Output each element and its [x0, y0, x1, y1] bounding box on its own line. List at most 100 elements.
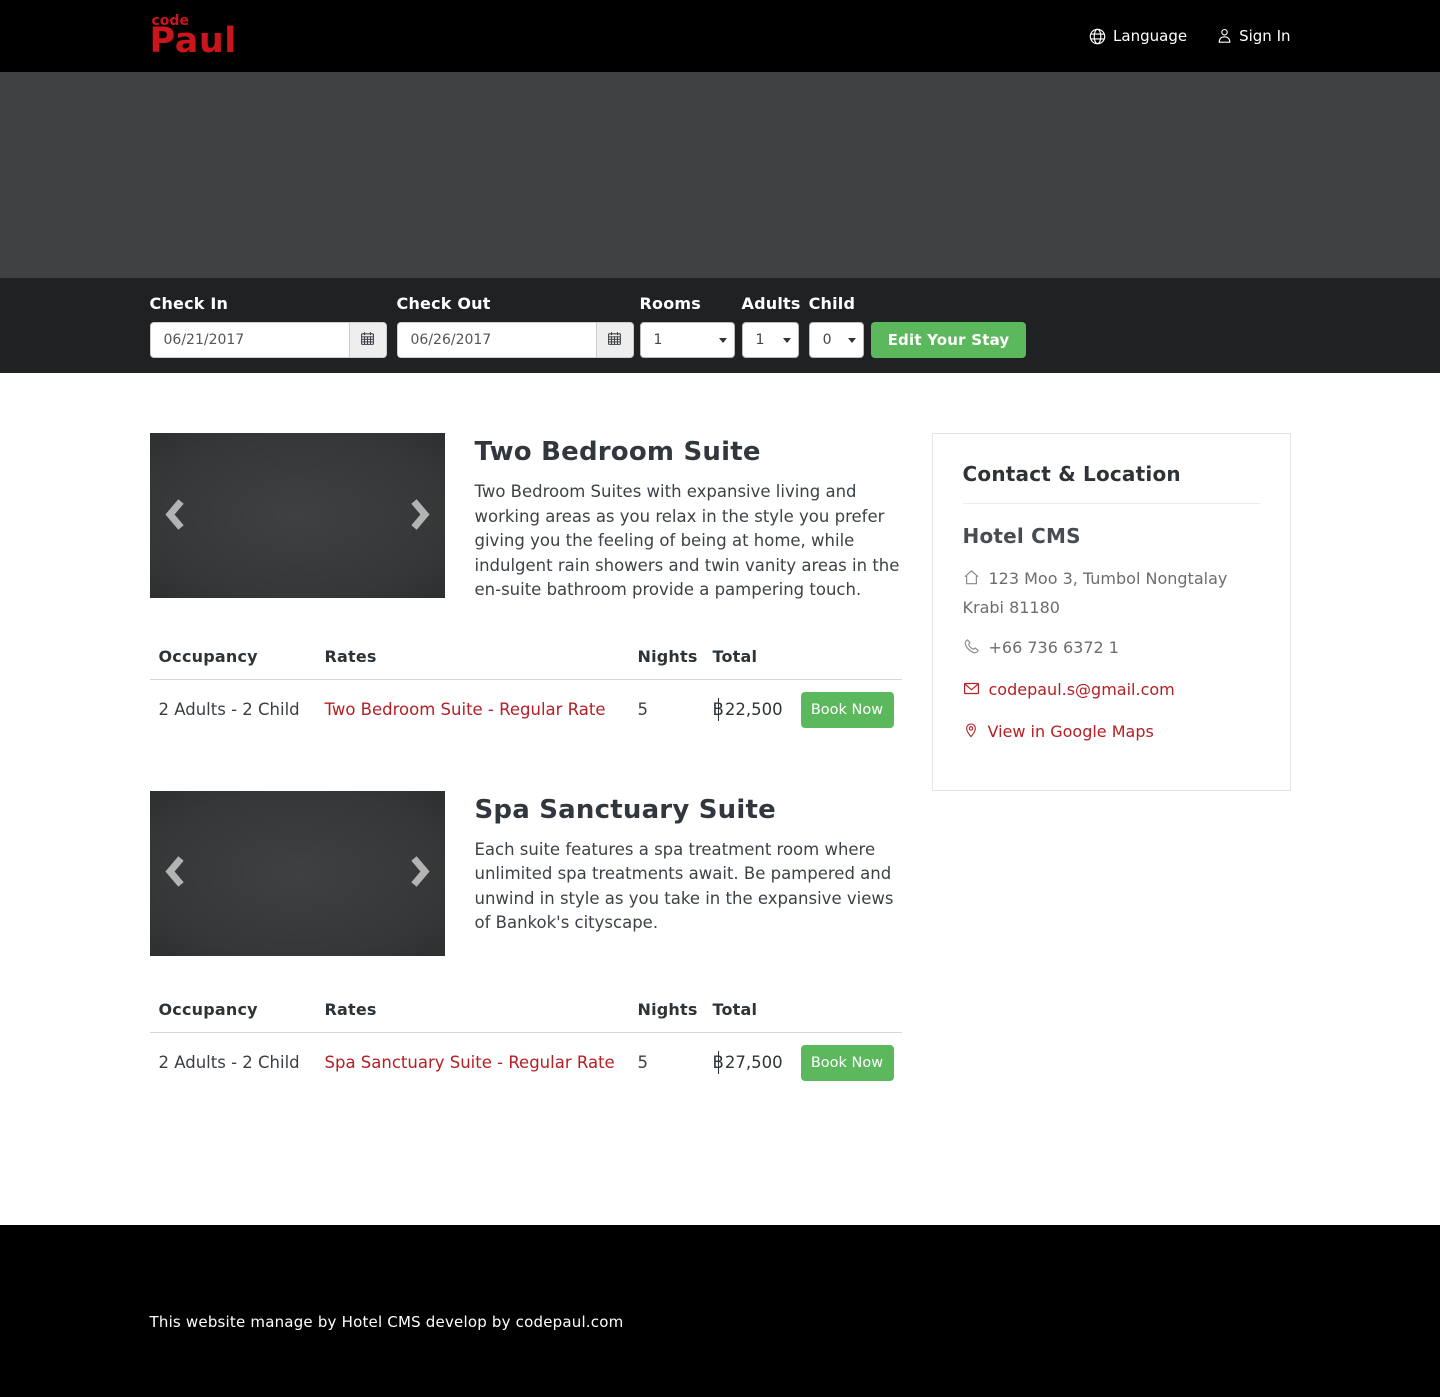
- top-header: code Paul Language Sign In: [0, 0, 1440, 72]
- booking-bar: Check In Check Out: [0, 278, 1440, 373]
- caret-down-icon: [782, 338, 791, 343]
- rate-link[interactable]: Spa Sanctuary Suite - Regular Rate: [325, 1053, 638, 1072]
- rooms-label: Rooms: [639, 294, 701, 313]
- carousel-prev-button[interactable]: [164, 498, 184, 533]
- child-select[interactable]: 0: [808, 322, 864, 358]
- main-content: Two Bedroom Suite Two Bedroom Suites wit…: [0, 373, 1440, 1225]
- edit-your-stay-button[interactable]: Edit Your Stay: [870, 322, 1027, 358]
- language-menu[interactable]: Language: [1089, 27, 1187, 45]
- adults-field-group: Adults 1: [741, 294, 801, 358]
- room-photo-carousel: [149, 790, 445, 956]
- baht-currency-symbol: [713, 1051, 724, 1074]
- chevron-right-icon: [410, 498, 430, 533]
- email-link[interactable]: codepaul.s@gmail.com: [989, 680, 1175, 699]
- total-cell: 22,500: [713, 698, 801, 721]
- signin-link[interactable]: Sign In: [1217, 27, 1291, 45]
- signin-label: Sign In: [1239, 27, 1291, 45]
- col-total: Total: [712, 646, 758, 666]
- total-cell: 27,500: [713, 1051, 801, 1074]
- home-icon: [963, 567, 980, 594]
- contact-location-card: Contact & Location Hotel CMS 123 Moo 3, …: [931, 433, 1291, 791]
- logo-paul-text: Paul: [149, 20, 237, 61]
- checkin-field-group: Check In: [149, 294, 387, 358]
- hotel-address: 123 Moo 3, Tumbol Nongtalay Krabi 81180: [962, 567, 1228, 617]
- rate-table: Occupancy Rates Nights Total 2 Adults - …: [149, 646, 902, 728]
- checkin-label: Check In: [149, 294, 229, 313]
- room-title: Spa Sanctuary Suite: [474, 794, 776, 825]
- col-occupancy: Occupancy: [158, 646, 258, 666]
- child-select-value: 0: [822, 332, 832, 348]
- col-rates: Rates: [324, 999, 377, 1019]
- footer: This website manage by Hotel CMS develop…: [0, 1225, 1440, 1397]
- col-occupancy: Occupancy: [158, 999, 258, 1019]
- rooms-select[interactable]: 1: [639, 322, 735, 358]
- rooms-select-value: 1: [653, 332, 663, 348]
- adults-select[interactable]: 1: [741, 322, 799, 358]
- phone-icon: [963, 636, 980, 663]
- header-nav: Language Sign In: [1059, 27, 1291, 45]
- maps-row: View in Google Maps: [963, 718, 1260, 747]
- person-icon: [1217, 28, 1232, 44]
- calendar-icon: [607, 331, 622, 349]
- checkout-field-group: Check Out: [396, 294, 634, 358]
- checkout-calendar-button[interactable]: [595, 322, 634, 358]
- room-card-two-bedroom-suite: Two Bedroom Suite Two Bedroom Suites wit…: [149, 433, 902, 728]
- contact-card-title: Contact & Location: [962, 462, 1181, 486]
- hotel-name: Hotel CMS: [962, 524, 1081, 548]
- carousel-next-button[interactable]: [410, 498, 430, 533]
- edit-stay-field: Edit Your Stay: [870, 322, 1027, 358]
- baht-currency-symbol: [713, 698, 724, 721]
- sidebar: Contact & Location Hotel CMS 123 Moo 3, …: [931, 433, 1291, 791]
- rate-table: Occupancy Rates Nights Total 2 Adults - …: [149, 999, 902, 1081]
- room-card-spa-sanctuary-suite: Spa Sanctuary Suite Each suite features …: [149, 790, 902, 1081]
- hero-banner: [0, 72, 1440, 278]
- checkout-input[interactable]: [396, 322, 596, 358]
- occupancy-cell: 2 Adults - 2 Child: [158, 1053, 300, 1072]
- room-photo-carousel: [149, 433, 445, 598]
- caret-down-icon: [718, 338, 727, 343]
- checkout-label: Check Out: [396, 294, 491, 313]
- book-now-button[interactable]: Book Now: [800, 691, 894, 728]
- checkin-calendar-button[interactable]: [348, 322, 387, 358]
- calendar-icon: [360, 331, 375, 349]
- site-logo[interactable]: code Paul: [150, 14, 237, 59]
- nights-cell: 5: [637, 1053, 649, 1072]
- col-nights: Nights: [637, 646, 698, 666]
- footer-credit-text: This website manage by Hotel CMS develop…: [149, 1313, 624, 1331]
- checkin-input[interactable]: [149, 322, 349, 358]
- nights-cell: 5: [637, 700, 649, 719]
- map-pin-icon: [963, 720, 979, 747]
- adults-select-value: 1: [755, 332, 765, 348]
- google-maps-link[interactable]: View in Google Maps: [988, 722, 1154, 741]
- table-row: 2 Adults - 2 Child Two Bedroom Suite - R…: [150, 680, 902, 728]
- room-title: Two Bedroom Suite: [474, 437, 761, 467]
- occupancy-cell: 2 Adults - 2 Child: [158, 700, 300, 719]
- caret-down-icon: [847, 338, 856, 343]
- chevron-left-icon: [164, 498, 184, 533]
- globe-icon: [1089, 28, 1106, 45]
- hotel-email: codepaul.s@gmail.com: [963, 676, 1260, 705]
- room-list: Two Bedroom Suite Two Bedroom Suites wit…: [149, 433, 902, 1081]
- chevron-left-icon: [164, 856, 184, 891]
- book-now-button[interactable]: Book Now: [800, 1044, 894, 1081]
- table-row: 2 Adults - 2 Child Spa Sanctuary Suite -…: [150, 1033, 902, 1081]
- carousel-next-button[interactable]: [410, 856, 430, 891]
- col-total: Total: [712, 999, 758, 1019]
- child-label: Child: [808, 294, 856, 313]
- chevron-right-icon: [410, 856, 430, 891]
- divider: [962, 503, 1260, 504]
- language-label: Language: [1113, 27, 1188, 45]
- carousel-prev-button[interactable]: [164, 856, 184, 891]
- child-field-group: Child 0: [808, 294, 864, 358]
- envelope-icon: [963, 678, 980, 705]
- col-nights: Nights: [637, 999, 698, 1019]
- rooms-field-group: Rooms 1: [639, 294, 735, 358]
- room-description: Two Bedroom Suites with expansive living…: [474, 482, 900, 599]
- hotel-phone: +66 736 6372 1: [963, 634, 1260, 663]
- rate-table-header: Occupancy Rates Nights Total: [149, 999, 902, 1033]
- rate-table-header: Occupancy Rates Nights Total: [149, 646, 902, 680]
- room-description: Each suite features a spa treatment room…: [474, 839, 894, 933]
- rate-link[interactable]: Two Bedroom Suite - Regular Rate: [325, 700, 638, 719]
- adults-label: Adults: [741, 294, 801, 313]
- col-rates: Rates: [324, 646, 377, 666]
